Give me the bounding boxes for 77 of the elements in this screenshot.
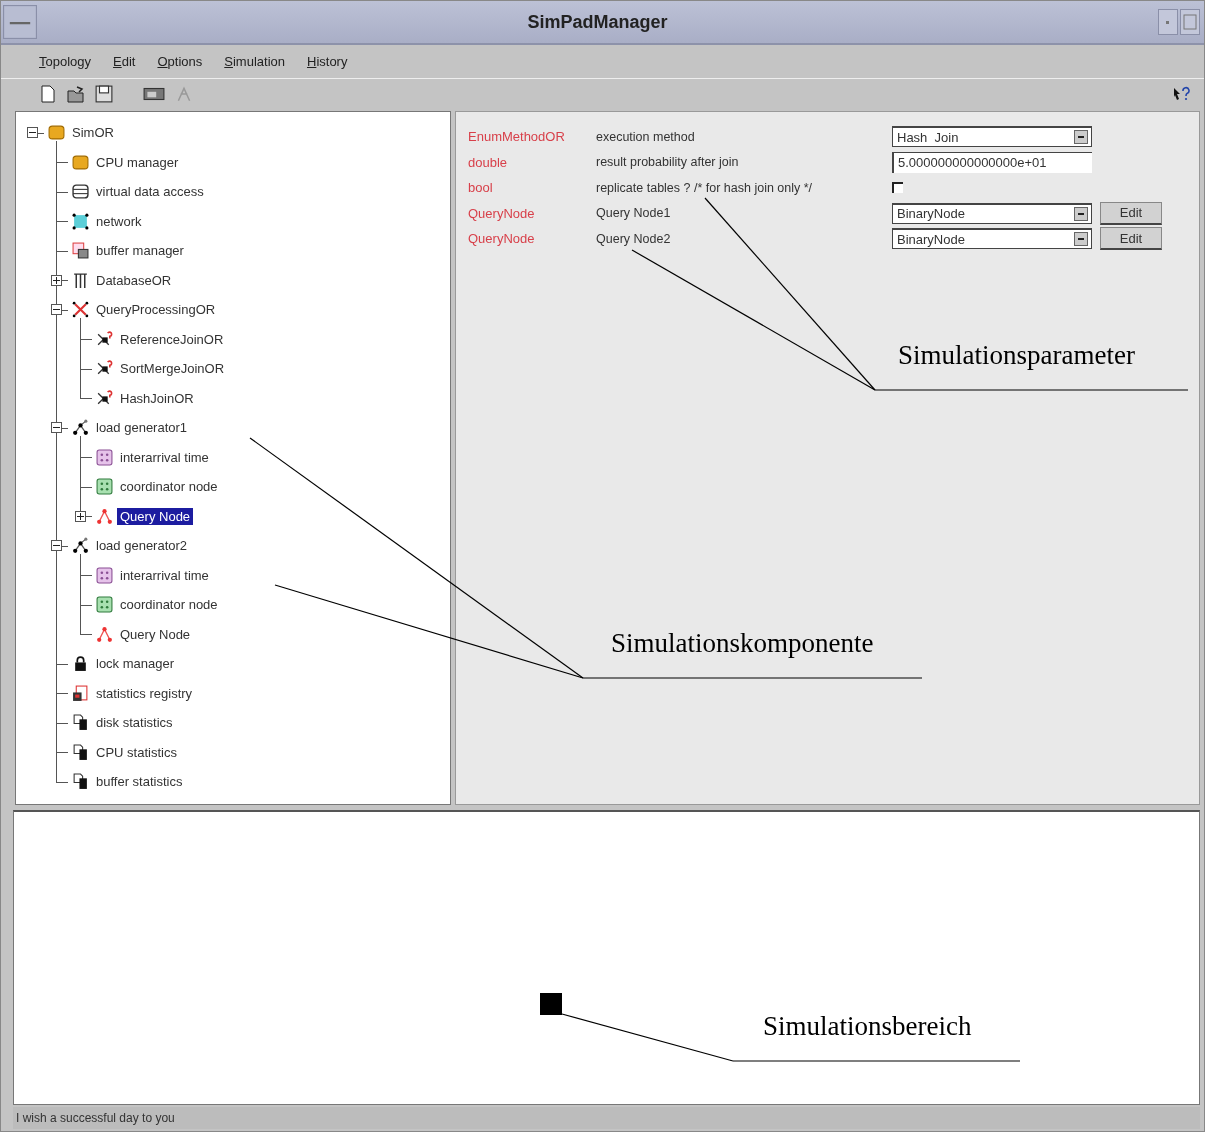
grid-icon: [95, 478, 113, 496]
tree-toggle[interactable]: [74, 510, 86, 522]
tree-item[interactable]: network: [93, 212, 145, 230]
registry-icon: [71, 684, 89, 702]
tree-toggle[interactable]: [50, 422, 62, 434]
annotation-label: Simulationsbereich: [763, 1011, 972, 1042]
dropdown[interactable]: Hash Join: [892, 126, 1092, 148]
parameter-name: replicate tables ? /* for hash join only */: [596, 180, 814, 195]
parameter-type: bool: [468, 180, 494, 196]
parameter-name: execution method: [596, 129, 696, 144]
input-field[interactable]: 5.000000000000000e+01: [892, 151, 1092, 173]
tree-item[interactable]: HashJoinOR: [117, 389, 197, 407]
edit-button[interactable]: Edit: [1100, 201, 1162, 225]
dropdown[interactable]: BinaryNode: [892, 228, 1092, 250]
grid-icon: [95, 566, 113, 584]
parameter-name: Query Node2: [596, 231, 672, 246]
tree-item[interactable]: Query Node: [117, 507, 194, 525]
parameter-type: EnumMethodOR: [468, 129, 566, 145]
tree-item[interactable]: interarrival time: [117, 566, 212, 584]
new-file-icon[interactable]: [39, 85, 57, 103]
cross-icon: [71, 301, 89, 319]
cube-icon: [71, 153, 89, 171]
help-icon[interactable]: [1172, 85, 1190, 103]
tree-item[interactable]: disk statistics: [93, 714, 176, 732]
tree-item[interactable]: coordinator node: [117, 478, 221, 496]
tree-item[interactable]: ReferenceJoinOR: [117, 330, 227, 348]
tree-item[interactable]: load generator2: [93, 537, 191, 555]
parameter-type: QueryNode: [468, 205, 536, 221]
tree-item[interactable]: buffer manager: [93, 242, 187, 260]
documents-icon: [71, 773, 89, 791]
tree-item[interactable]: interarrival time: [117, 448, 212, 466]
tree-item[interactable]: statistics registry: [93, 684, 196, 702]
tree-toggle[interactable]: [50, 304, 62, 316]
open-folder-icon[interactable]: [67, 85, 85, 103]
cube-icon: [47, 124, 65, 142]
parameter-type: QueryNode: [468, 231, 536, 247]
tree-item[interactable]: QueryProcessingOR: [93, 301, 219, 319]
menu-item[interactable]: Edit: [113, 54, 136, 69]
menu-item[interactable]: Simulation: [224, 54, 285, 69]
annotation-label: Simulationsparameter: [898, 340, 1135, 371]
parameter-name: Query Node1: [596, 206, 672, 221]
documents-icon: [71, 714, 89, 732]
drive-icon: [71, 183, 89, 201]
dropdown[interactable]: BinaryNode: [892, 202, 1092, 224]
tree-item[interactable]: CPU manager: [93, 153, 182, 171]
save-icon[interactable]: [95, 85, 113, 103]
tree-item[interactable]: load generator1: [93, 419, 191, 437]
status-text: I wish a successful day to you: [16, 1111, 175, 1125]
buffer-icon: [71, 242, 89, 260]
window-menu-icon[interactable]: [3, 3, 37, 41]
window-title: SimPadManager: [526, 11, 669, 33]
tree-item[interactable]: virtual data access: [93, 183, 207, 201]
tree-item[interactable]: Query Node: [117, 625, 194, 643]
tree-item[interactable]: SortMergeJoinOR: [117, 360, 228, 378]
menu-item[interactable]: Options: [157, 54, 203, 69]
tree-toggle[interactable]: [50, 274, 62, 286]
tree-item[interactable]: SimOR: [69, 124, 117, 142]
tree-item[interactable]: coordinator node: [117, 596, 221, 614]
window-icon[interactable]: [143, 85, 165, 103]
network-icon: [71, 212, 89, 230]
menu-item[interactable]: Topology: [39, 54, 92, 69]
tree-item[interactable]: buffer statistics: [93, 773, 186, 791]
checkbox[interactable]: [892, 182, 903, 194]
tree-item[interactable]: DatabaseOR: [93, 271, 175, 289]
parameter-name: result probability after join: [596, 155, 740, 170]
parameter-type: double: [468, 154, 509, 170]
tree-toggle[interactable]: [50, 540, 62, 552]
annotation-label: Simulationskomponente: [611, 628, 874, 659]
documents-icon: [71, 743, 89, 761]
grid-icon: [95, 448, 113, 466]
tree-item[interactable]: CPU statistics: [93, 743, 180, 761]
edit-button[interactable]: Edit: [1100, 227, 1162, 251]
tree-item[interactable]: lock manager: [93, 655, 178, 673]
node-block[interactable]: [539, 993, 563, 1015]
tree-toggle[interactable]: [26, 127, 38, 139]
menu-item[interactable]: History: [307, 54, 348, 69]
grid-icon: [95, 596, 113, 614]
